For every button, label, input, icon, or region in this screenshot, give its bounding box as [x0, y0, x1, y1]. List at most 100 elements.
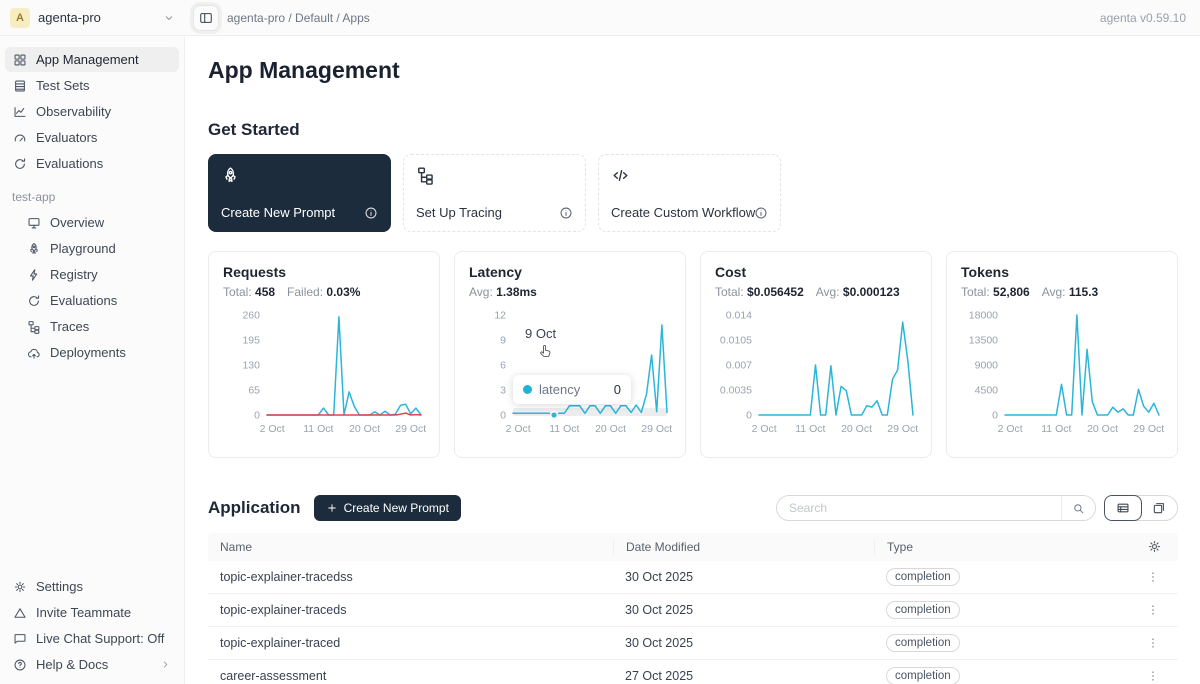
- sidebar-item-observability[interactable]: Observability: [5, 99, 179, 124]
- sidebar-toggle-button[interactable]: [193, 5, 219, 31]
- chart-body: 0651301952602 Oct11 Oct20 Oct29 Oct: [223, 305, 425, 444]
- app-version: agenta v0.59.10: [1100, 11, 1186, 25]
- sidebar-item-label: Observability: [36, 104, 111, 119]
- create-new-prompt-card[interactable]: Create New Prompt: [208, 154, 391, 232]
- card-label: Create New Prompt: [221, 205, 335, 220]
- table-row[interactable]: career-assessment 27 Oct 2025 completion: [208, 660, 1178, 684]
- get-started-cards: Create New Prompt Set Up Tracing Create …: [208, 154, 1178, 232]
- gauge-icon: [13, 131, 27, 145]
- code-icon: [611, 166, 630, 185]
- svg-text:0.0105: 0.0105: [720, 335, 752, 347]
- sidebar-item-label: Evaluators: [36, 130, 97, 145]
- workspace-avatar: A: [10, 8, 30, 28]
- create-custom-workflow-card[interactable]: Create Custom Workflow: [598, 154, 781, 232]
- kebab-menu-icon[interactable]: [1146, 603, 1160, 617]
- workspace-selector[interactable]: A agenta-pro: [0, 0, 185, 35]
- svg-text:0.014: 0.014: [726, 310, 752, 322]
- requests-chart-card: Requests Total: 458Failed: 0.03% 0651301…: [208, 251, 440, 458]
- series-requests: [267, 317, 421, 415]
- sidebar-item-invite-teammate[interactable]: Invite Teammate: [5, 600, 179, 625]
- sidebar-item-playground[interactable]: Playground: [19, 236, 179, 261]
- chart-title: Tokens: [961, 264, 1163, 280]
- info-icon[interactable]: [754, 206, 768, 220]
- gear-icon[interactable]: [1147, 539, 1162, 554]
- sidebar-item-settings[interactable]: Settings: [5, 574, 179, 599]
- sidebar-item-label: Traces: [50, 319, 89, 334]
- chart-stat: Total: 52,806: [961, 285, 1030, 299]
- info-icon[interactable]: [559, 206, 573, 220]
- breadcrumb[interactable]: agenta-pro / Default / Apps: [227, 11, 370, 25]
- latency-chart-card: Latency Avg: 1.38ms 0369122 Oct11 Oct20 …: [454, 251, 686, 458]
- tree-icon: [27, 320, 41, 334]
- hover-marker: [551, 412, 558, 419]
- table-view-icon: [1116, 501, 1130, 515]
- sidebar-item-traces[interactable]: Traces: [19, 314, 179, 339]
- svg-text:20 Oct: 20 Oct: [1087, 423, 1118, 435]
- info-icon[interactable]: [364, 206, 378, 220]
- cloud-upload-icon: [27, 346, 41, 360]
- chart-plot: 0369122 Oct11 Oct20 Oct29 Oct: [469, 305, 673, 439]
- cell-name: career-assessment: [208, 669, 613, 683]
- svg-text:2 Oct: 2 Oct: [752, 423, 777, 435]
- sidebar-item-help-docs[interactable]: Help & Docs: [5, 652, 179, 677]
- topbar: A agenta-pro agenta-pro / Default / Apps…: [0, 0, 1200, 36]
- svg-text:6: 6: [500, 360, 506, 372]
- sidebar-item-app-management[interactable]: App Management: [5, 47, 179, 72]
- sidebar-item-deployments[interactable]: Deployments: [19, 340, 179, 365]
- sidebar-item-registry[interactable]: Registry: [19, 262, 179, 287]
- kebab-menu-icon[interactable]: [1146, 636, 1160, 650]
- svg-text:130: 130: [242, 360, 260, 372]
- chart-title: Cost: [715, 264, 917, 280]
- search-input[interactable]: [777, 501, 1061, 515]
- svg-text:2 Oct: 2 Oct: [260, 423, 285, 435]
- metric-charts: Requests Total: 458Failed: 0.03% 0651301…: [208, 251, 1178, 458]
- sidebar-item-label: App Management: [36, 52, 139, 67]
- table-row[interactable]: topic-explainer-traced 30 Oct 2025 compl…: [208, 627, 1178, 660]
- sidebar-item-overview[interactable]: Overview: [19, 210, 179, 235]
- rocket-icon: [27, 242, 41, 256]
- sidebar-item-live-chat-support[interactable]: Live Chat Support: Off: [5, 626, 179, 651]
- svg-text:29 Oct: 29 Oct: [641, 423, 672, 435]
- sidebar-item-label: Registry: [50, 267, 98, 282]
- chevron-down-icon: [163, 12, 175, 24]
- svg-text:20 Oct: 20 Oct: [841, 423, 872, 435]
- sidebar: App Management Test Sets Observability E…: [0, 37, 185, 684]
- table-row[interactable]: topic-explainer-traceds 30 Oct 2025 comp…: [208, 594, 1178, 627]
- table-row[interactable]: topic-explainer-tracedss 30 Oct 2025 com…: [208, 561, 1178, 594]
- view-toggle: [1104, 495, 1178, 521]
- svg-text:3: 3: [500, 385, 506, 397]
- sidebar-item-evaluations[interactable]: Evaluations: [5, 151, 179, 176]
- svg-text:9: 9: [500, 335, 506, 347]
- create-new-prompt-button[interactable]: Create New Prompt: [314, 495, 461, 521]
- sidebar-item-label: Evaluations: [36, 156, 103, 171]
- set-up-tracing-card[interactable]: Set Up Tracing: [403, 154, 586, 232]
- card-view-button[interactable]: [1142, 496, 1178, 520]
- sidebar-item-test-sets[interactable]: Test Sets: [5, 73, 179, 98]
- card-label: Set Up Tracing: [416, 205, 502, 220]
- type-badge: completion: [886, 634, 960, 652]
- kebab-menu-icon[interactable]: [1146, 570, 1160, 584]
- application-heading: Application: [208, 498, 301, 518]
- sidebar-item-evaluations-project[interactable]: Evaluations: [19, 288, 179, 313]
- card-label: Create Custom Workflow: [611, 205, 755, 220]
- chart-stat: Avg: 1.38ms: [469, 285, 537, 299]
- search-button[interactable]: [1061, 496, 1095, 520]
- table-header: Name Date Modified Type: [208, 533, 1178, 561]
- chart-stats: Avg: 1.38ms: [469, 285, 671, 299]
- search-icon: [1072, 502, 1085, 515]
- svg-text:0: 0: [254, 410, 260, 422]
- monitor-icon: [27, 216, 41, 230]
- svg-text:2 Oct: 2 Oct: [506, 423, 531, 435]
- sidebar-item-label: Evaluations: [50, 293, 117, 308]
- chart-title: Latency: [469, 264, 671, 280]
- kebab-menu-icon[interactable]: [1146, 669, 1160, 683]
- chevron-right-icon: [160, 659, 171, 670]
- svg-text:13500: 13500: [969, 335, 998, 347]
- chart-stat: Avg: $0.000123: [816, 285, 900, 299]
- bolt-icon: [27, 268, 41, 282]
- sidebar-item-label: Overview: [50, 215, 104, 230]
- sidebar-item-evaluators[interactable]: Evaluators: [5, 125, 179, 150]
- table-view-button[interactable]: [1104, 495, 1142, 521]
- svg-text:0: 0: [500, 410, 506, 422]
- app-root: A agenta-pro agenta-pro / Default / Apps…: [0, 0, 1200, 684]
